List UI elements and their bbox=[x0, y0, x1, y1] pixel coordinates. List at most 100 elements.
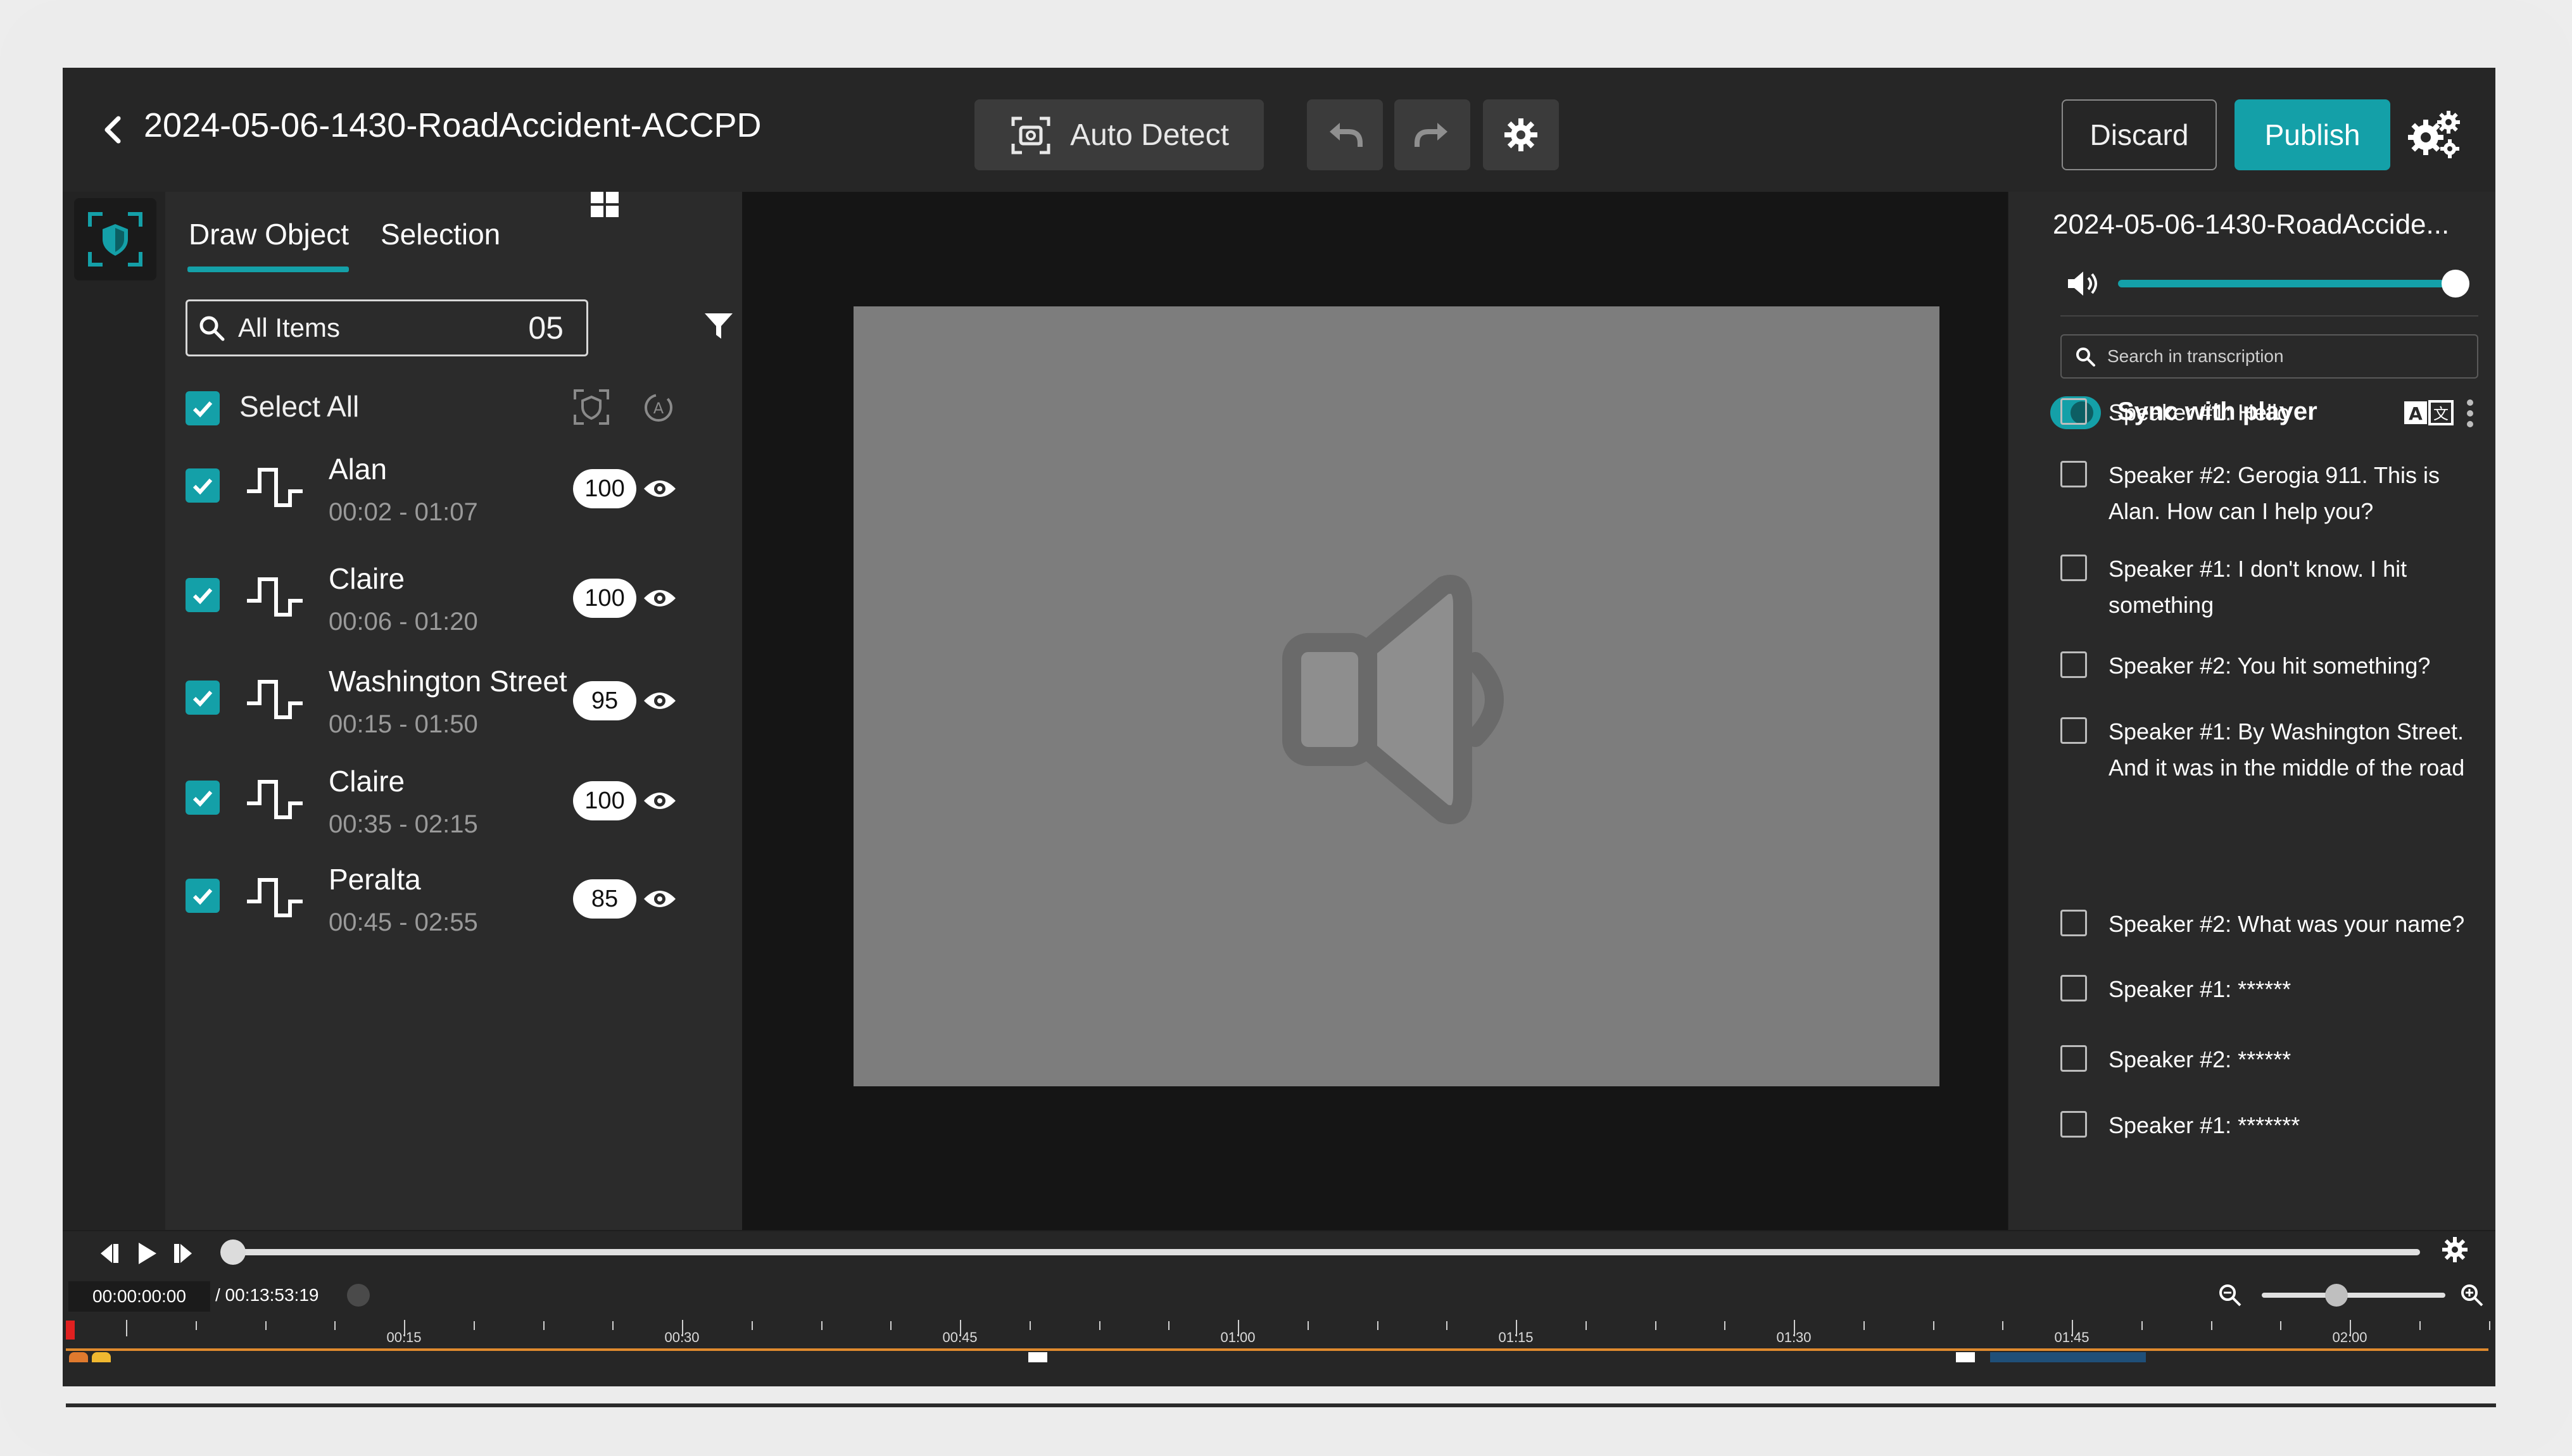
ruler-tick bbox=[2488, 1321, 2490, 1330]
previous-frame-icon[interactable] bbox=[96, 1238, 127, 1269]
transcript-line-text: Speaker #1: ****** bbox=[2109, 976, 2291, 1002]
check-icon bbox=[192, 888, 213, 905]
item-time-range: 00:02 - 01:07 bbox=[329, 498, 478, 526]
eye-icon[interactable] bbox=[643, 788, 677, 813]
transcript-line-checkbox[interactable] bbox=[2060, 975, 2087, 1001]
item-checkbox[interactable] bbox=[186, 578, 220, 612]
transcript-line-text: Speaker #1: ******* bbox=[2109, 1112, 2300, 1138]
item-checkbox[interactable] bbox=[186, 879, 220, 913]
focus-camera-icon bbox=[1011, 116, 1050, 154]
discard-button[interactable]: Discard bbox=[2062, 99, 2217, 170]
audio-wave-icon bbox=[247, 680, 303, 719]
ruler-label: 00:45 bbox=[942, 1329, 978, 1345]
item-name: Washington Street bbox=[329, 665, 567, 698]
ruler-tick bbox=[2419, 1321, 2421, 1330]
eye-icon[interactable] bbox=[643, 476, 677, 501]
transcript-line-checkbox[interactable] bbox=[2060, 1045, 2087, 1072]
grid-icon[interactable] bbox=[588, 188, 621, 221]
filter-label: All Items bbox=[238, 313, 341, 342]
transcript-line-text: Speaker #2: You hit something? bbox=[2109, 653, 2431, 679]
timeline-clip bbox=[1990, 1352, 2146, 1362]
item-name: Peralta bbox=[329, 863, 421, 896]
chevron-left-icon bbox=[104, 116, 121, 144]
ruler-label: 01:45 bbox=[2054, 1329, 2090, 1345]
item-checkbox[interactable] bbox=[186, 781, 220, 815]
transcript-title: 2024-05-06-1430-RoadAccide... bbox=[2053, 209, 2450, 240]
filter-icon[interactable] bbox=[702, 310, 735, 342]
auto-detect-button[interactable]: Auto Detect bbox=[974, 99, 1264, 170]
select-all-checkbox[interactable] bbox=[186, 391, 220, 425]
confidence-badge: 95 bbox=[573, 681, 636, 720]
global-settings-button[interactable] bbox=[2405, 108, 2462, 161]
redaction-tool-button[interactable] bbox=[74, 198, 156, 280]
volume-slider[interactable] bbox=[2118, 280, 2457, 287]
transcript-line-checkbox[interactable] bbox=[2060, 717, 2087, 744]
transcript-line-text: Speaker #2: What was your name? bbox=[2109, 911, 2465, 937]
transcript-line-checkbox[interactable] bbox=[2060, 910, 2087, 936]
undo-button[interactable] bbox=[1307, 99, 1383, 170]
tab-draw-object[interactable]: Draw Object bbox=[189, 217, 349, 251]
transcript-line-checkbox[interactable] bbox=[2060, 461, 2087, 487]
transcript-search-placeholder: Search in transcription bbox=[2107, 346, 2284, 366]
ruler-tick bbox=[1724, 1321, 1726, 1330]
item-checkbox[interactable] bbox=[186, 681, 220, 715]
transcript-line-checkbox[interactable] bbox=[2060, 1111, 2087, 1138]
zoom-out-icon[interactable] bbox=[2217, 1283, 2243, 1308]
redo-button[interactable] bbox=[1394, 99, 1470, 170]
svg-text:A: A bbox=[653, 399, 664, 417]
ruler-tick bbox=[821, 1321, 823, 1330]
settings-button[interactable] bbox=[1483, 99, 1559, 170]
eye-icon[interactable] bbox=[643, 586, 677, 611]
ruler-tick bbox=[890, 1321, 892, 1330]
confidence-badge: 100 bbox=[573, 781, 636, 820]
ruler-label: 00:30 bbox=[664, 1329, 700, 1345]
transcript-line-checkbox[interactable] bbox=[2060, 398, 2087, 425]
check-icon bbox=[192, 478, 213, 495]
search-icon bbox=[2076, 348, 2095, 367]
undo-icon bbox=[1330, 123, 1363, 147]
ruler-tick bbox=[1655, 1321, 1656, 1330]
audio-wave-icon bbox=[247, 468, 303, 507]
ruler-tick bbox=[1307, 1321, 1309, 1330]
zoom-slider-handle[interactable] bbox=[2325, 1284, 2348, 1307]
transcript-line-checkbox[interactable] bbox=[2060, 651, 2087, 678]
transcript-line-checkbox[interactable] bbox=[2060, 555, 2087, 581]
gear-icon[interactable] bbox=[2441, 1236, 2469, 1264]
check-icon bbox=[192, 690, 213, 707]
back-button[interactable] bbox=[94, 111, 132, 149]
tab-selection[interactable]: Selection bbox=[381, 217, 500, 251]
ruler-tick bbox=[543, 1321, 545, 1330]
zoom-slider[interactable] bbox=[2262, 1293, 2445, 1298]
help-icon[interactable] bbox=[347, 1284, 370, 1307]
auto-redact-icon[interactable]: A bbox=[641, 391, 676, 425]
top-bar: 2024-05-06-1430-RoadAccident-ACCPD Auto … bbox=[63, 68, 2495, 192]
volume-slider-handle[interactable] bbox=[2442, 270, 2469, 298]
playback-scrubber-handle[interactable] bbox=[220, 1239, 246, 1265]
item-time-range: 00:15 - 01:50 bbox=[329, 710, 478, 738]
ruler-tick bbox=[1932, 1321, 1934, 1330]
eye-icon[interactable] bbox=[643, 688, 677, 713]
ruler-label: 01:00 bbox=[1220, 1329, 1256, 1345]
item-checkbox[interactable] bbox=[186, 468, 220, 503]
ruler-tick bbox=[2280, 1321, 2282, 1330]
playback-scrubber[interactable] bbox=[232, 1249, 2420, 1255]
ruler-tick bbox=[1168, 1321, 1170, 1330]
ruler-label: 02:00 bbox=[2332, 1329, 2367, 1345]
ruler-tick bbox=[1585, 1321, 1587, 1330]
zoom-in-icon[interactable] bbox=[2459, 1283, 2485, 1308]
item-name: Claire bbox=[329, 765, 405, 798]
check-icon bbox=[192, 587, 213, 605]
play-icon[interactable] bbox=[131, 1238, 163, 1269]
next-frame-icon[interactable] bbox=[167, 1238, 198, 1269]
shield-scan-icon[interactable] bbox=[572, 388, 610, 426]
confidence-badge: 85 bbox=[573, 879, 636, 919]
playhead[interactable] bbox=[66, 1321, 75, 1340]
volume-icon[interactable] bbox=[2065, 269, 2101, 298]
eye-icon[interactable] bbox=[643, 886, 677, 912]
publish-button[interactable]: Publish bbox=[2235, 99, 2390, 170]
check-icon bbox=[192, 401, 213, 418]
current-time: 00:00:00:00 bbox=[68, 1281, 210, 1312]
item-filter-dropdown[interactable]: All Items 05 bbox=[186, 299, 588, 356]
transcript-search-input[interactable]: Search in transcription bbox=[2060, 334, 2478, 379]
transcript-line-text: Speaker #2: ****** bbox=[2109, 1046, 2291, 1072]
